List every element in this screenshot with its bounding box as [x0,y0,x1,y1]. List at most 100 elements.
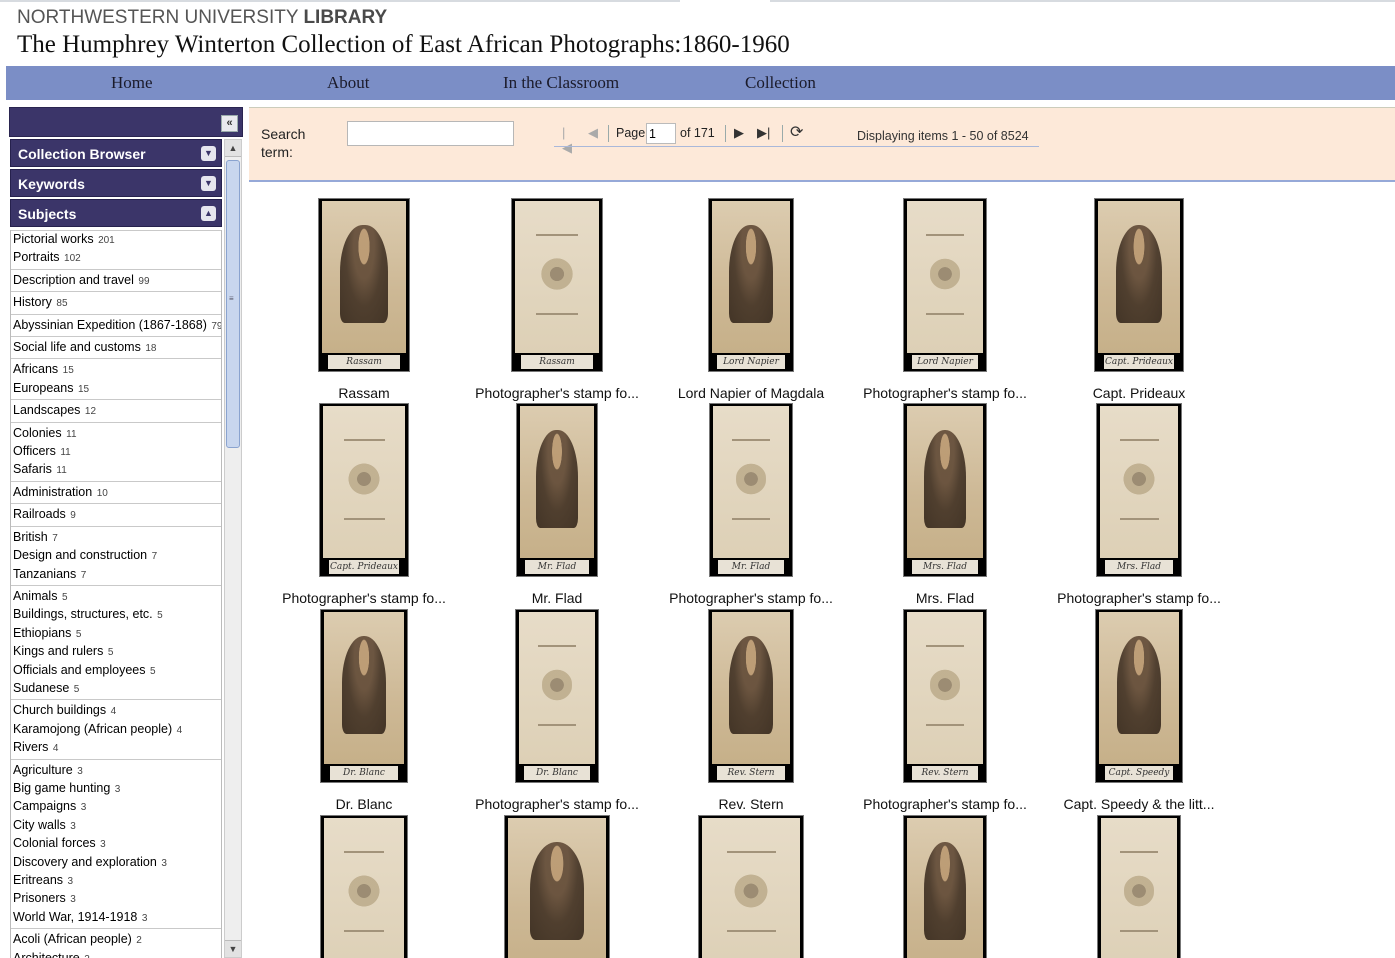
section-subjects[interactable]: Subjects ▲ [10,199,222,227]
expand-toggle-icon[interactable]: ▼ [201,176,216,191]
photo-thumbnail[interactable] [504,815,610,958]
subject-item[interactable]: Kings and rulers 5 [11,643,221,661]
last-page-icon[interactable]: ▶| [757,125,770,141]
subject-item[interactable]: Ethiopians 5 [11,625,221,643]
subject-item[interactable]: Africans 15 [11,358,221,379]
subject-item[interactable]: Eritreans 3 [11,872,221,890]
photo-caption[interactable]: Rassam [264,385,464,401]
photo-thumbnail[interactable]: Mr. Flad [709,403,793,577]
photo-caption[interactable]: Photographer's stamp fo... [457,385,657,401]
subject-item[interactable]: Rivers 4 [11,739,221,757]
photo-thumbnail[interactable] [903,815,987,958]
expand-toggle-icon[interactable]: ▼ [201,146,216,161]
first-page-icon[interactable]: |◀ [562,125,572,156]
photo-caption[interactable]: Photographer's stamp fo... [845,385,1045,401]
photo-thumbnail[interactable]: Capt. Prideaux [1094,198,1184,372]
subject-item[interactable]: Safaris 11 [11,461,221,479]
subject-item[interactable]: Colonial forces 3 [11,835,221,853]
subject-item[interactable]: Agriculture 3 [11,758,221,780]
subject-item[interactable]: City walls 3 [11,817,221,835]
subject-item[interactable]: Description and travel 99 [11,268,221,290]
subject-item[interactable]: Big game hunting 3 [11,780,221,798]
refresh-icon[interactable]: ⟳ [790,122,803,142]
photo-caption[interactable]: Capt. Speedy & the litt... [1039,796,1239,812]
nav-about[interactable]: About [327,73,370,93]
subject-item[interactable]: Tanzanians 7 [11,566,221,584]
photo-thumbnail[interactable] [320,815,408,958]
photo-thumbnail[interactable]: Rev. Stern [708,609,794,783]
nav-classroom[interactable]: In the Classroom [503,73,619,93]
photo-caption[interactable]: Photographer's stamp fo... [457,796,657,812]
subject-item[interactable]: Abyssinian Expedition (1867-1868) 79 [11,313,221,335]
photo-thumbnail[interactable]: Capt. Prideaux [319,403,409,577]
scroll-up-arrow-icon[interactable]: ▲ [225,140,241,157]
photo-thumbnail[interactable]: Mrs. Flad [1096,403,1182,577]
section-keywords[interactable]: Keywords ▼ [10,169,222,197]
photo-thumbnail[interactable]: Mrs. Flad [903,403,987,577]
subject-item[interactable]: Church buildings 4 [11,699,221,720]
subject-item[interactable]: Officials and employees 5 [11,662,221,680]
photo-caption[interactable]: Rev. Stern [651,796,851,812]
subject-item[interactable]: Karamojong (African people) 4 [11,721,221,739]
subject-item[interactable]: Prisoners 3 [11,890,221,908]
photo-thumbnail[interactable]: Rassam [511,198,603,372]
subject-scrollbar[interactable]: ▲ ≡ ▼ [224,139,242,958]
subject-item[interactable]: Railroads 9 [11,503,221,524]
photo-caption[interactable]: Photographer's stamp fo... [651,590,851,606]
subject-item[interactable]: Administration 10 [11,480,221,502]
photo-thumbnail[interactable] [1097,815,1181,958]
photo-thumbnail[interactable]: Dr. Blanc [515,609,599,783]
scroll-down-arrow-icon[interactable]: ▼ [225,940,241,957]
photo-thumbnail[interactable]: Lord Napier of Magdala [903,198,987,372]
subject-item[interactable]: Architecture 2 [11,950,221,958]
prev-page-icon[interactable]: ◀ [588,125,598,141]
pager-underline [554,146,1039,147]
photo-caption[interactable]: Photographer's stamp fo... [264,590,464,606]
subject-item[interactable]: Social life and customs 18 [11,336,221,357]
subject-item[interactable]: Landscapes 12 [11,399,221,420]
photo-thumbnail[interactable] [698,815,804,958]
subject-item[interactable]: Acoli (African people) 2 [11,928,221,949]
subject-item[interactable]: Europeans 15 [11,380,221,398]
next-page-icon[interactable]: ▶ [734,125,744,141]
nav-collection[interactable]: Collection [745,73,816,93]
photo-thumbnail[interactable]: Dr. Blanc [320,609,408,783]
subject-item[interactable]: British 7 [11,525,221,547]
photo-caption[interactable]: Photographer's stamp fo... [845,796,1045,812]
section-collection-browser[interactable]: Collection Browser ▼ [10,139,222,167]
photo-thumbnail[interactable]: Rassam [318,198,410,372]
collapse-toggle-icon[interactable]: ▲ [201,206,216,221]
subject-item[interactable]: Animals 5 [11,584,221,606]
university-logo[interactable]: NORTHWESTERN UNIVERSITY LIBRARY [17,7,387,29]
subject-item[interactable]: Sudanese 5 [11,680,221,698]
subject-item[interactable]: World War, 1914-1918 3 [11,909,221,927]
portrait-image [520,406,594,558]
nav-home[interactable]: Home [111,73,153,93]
collapse-panel-icon[interactable]: « [221,115,238,132]
subject-item[interactable]: Buildings, structures, etc. 5 [11,606,221,624]
photo-caption[interactable]: Mrs. Flad [845,590,1045,606]
photo-caption[interactable]: Capt. Prideaux [1039,385,1239,401]
subject-item[interactable]: Design and construction 7 [11,547,221,565]
photo-caption[interactable]: Photographer's stamp fo... [1039,590,1239,606]
signature-label: Capt. Speedy & the little Prince [1104,766,1174,780]
subject-item[interactable]: Campaigns 3 [11,798,221,816]
subject-item[interactable]: Colonies 11 [11,421,221,443]
subject-item[interactable]: History 85 [11,291,221,312]
photo-caption[interactable]: Mr. Flad [457,590,657,606]
photo-thumbnail[interactable]: Rev. Stern [903,609,987,783]
scroll-thumb[interactable]: ≡ [226,160,240,448]
subject-count: 4 [176,724,183,736]
photo-thumbnail[interactable]: Capt. Speedy & the little Prince [1095,609,1183,783]
subject-item[interactable]: Discovery and exploration 3 [11,854,221,872]
photo-thumbnail[interactable]: Mr. Flad [516,403,598,577]
photo-caption[interactable]: Lord Napier of Magdala [651,385,851,401]
subject-count: 4 [110,706,117,718]
subject-item[interactable]: Pictorial works 201 [11,230,221,249]
page-number-input[interactable] [646,123,676,144]
subject-item[interactable]: Portraits 102 [11,249,221,267]
photo-thumbnail[interactable]: Lord Napier of Magdala [708,198,794,372]
subject-item[interactable]: Officers 11 [11,443,221,461]
photo-caption[interactable]: Dr. Blanc [264,796,464,812]
search-input[interactable] [347,121,514,146]
